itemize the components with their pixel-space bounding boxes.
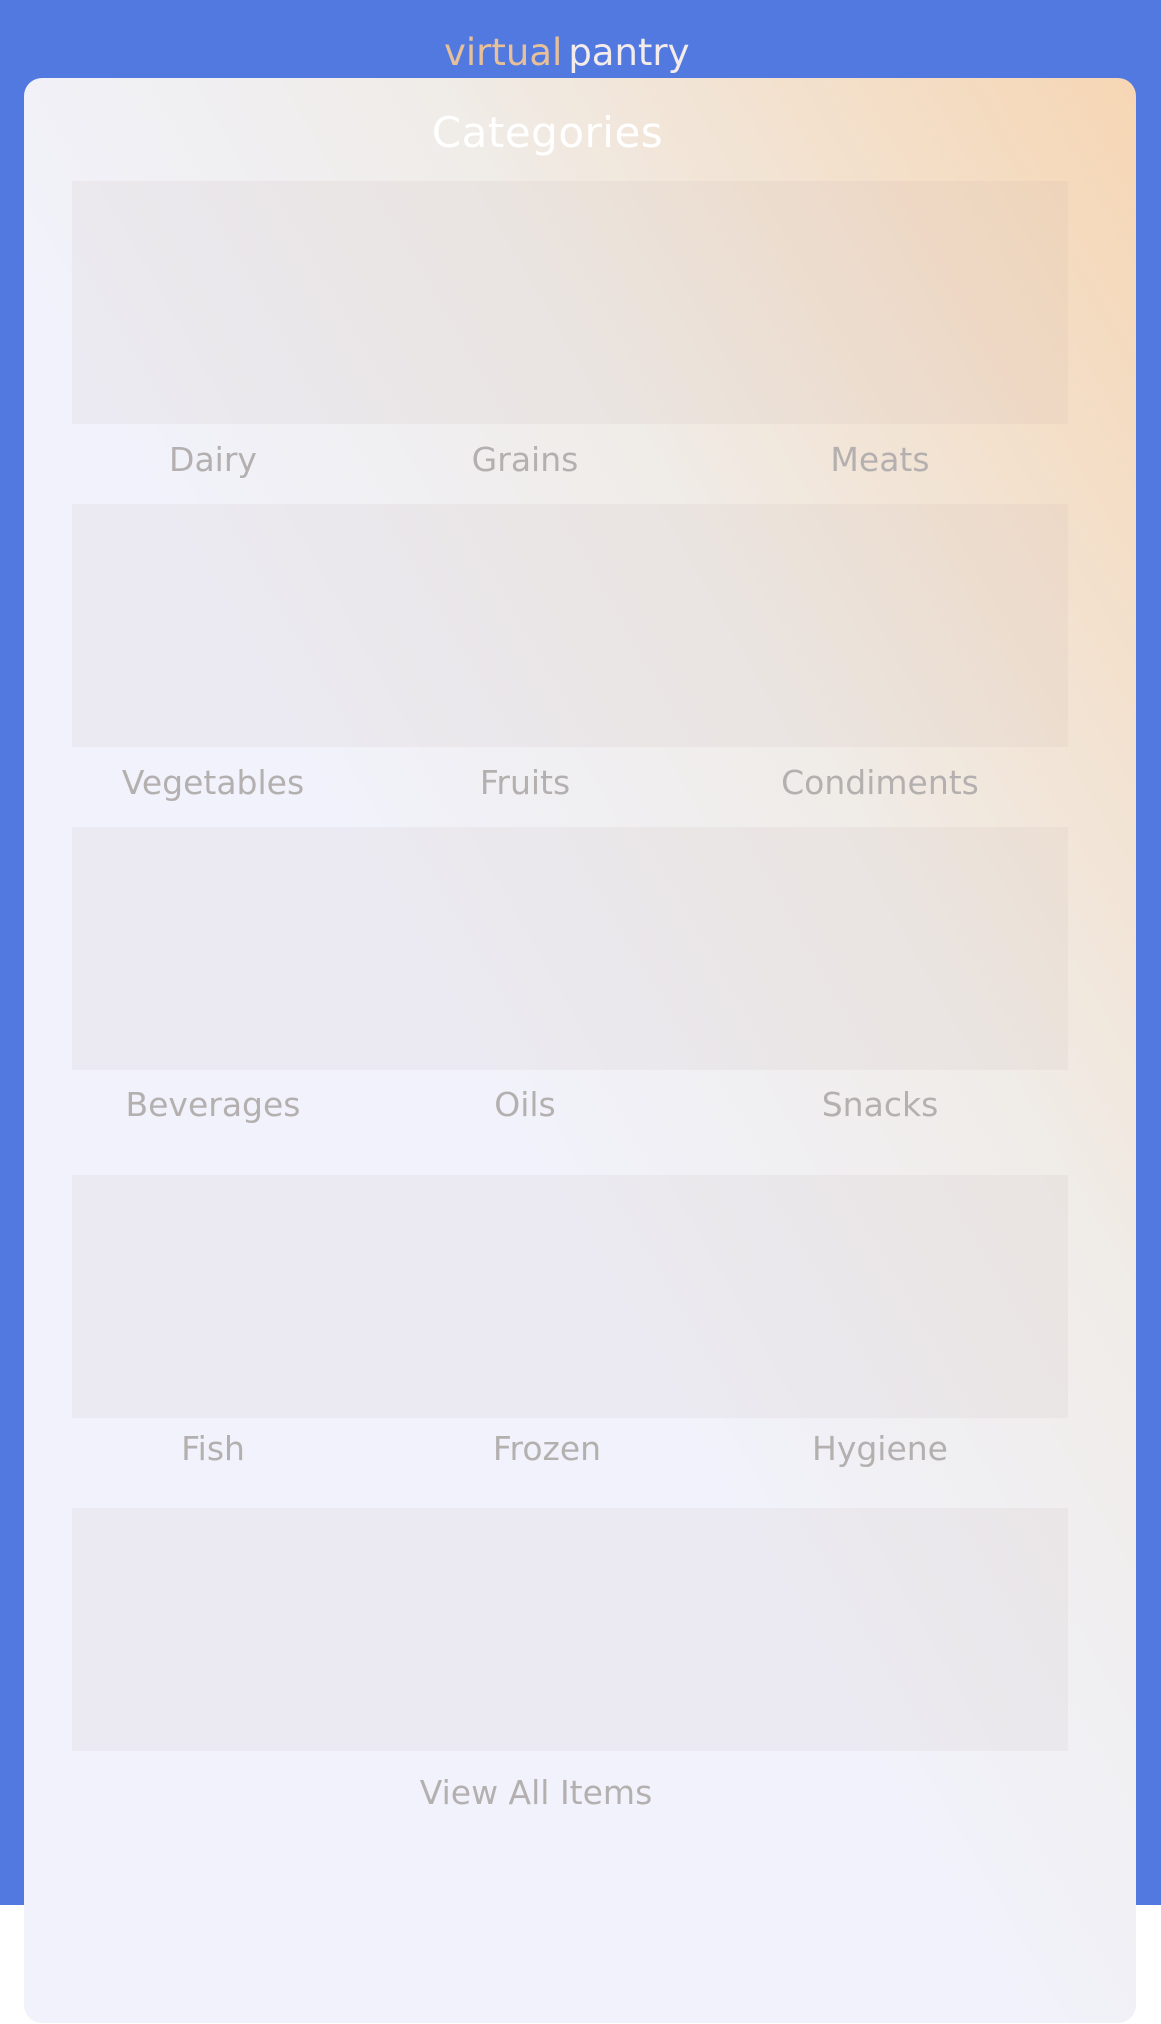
category-image-row-4[interactable] [72, 1175, 1068, 1418]
app-logo[interactable]: virtual pantry [444, 28, 690, 78]
view-all-items-link[interactable]: View All Items [420, 1771, 653, 1815]
logo-text-pantry: pantry [568, 31, 690, 74]
category-vegetables[interactable]: Vegetables [122, 761, 304, 805]
category-hygiene[interactable]: Hygiene [812, 1427, 948, 1471]
category-fish[interactable]: Fish [181, 1427, 245, 1471]
categories-card: Categories Dairy Grains Meats Vegetables… [24, 78, 1136, 2023]
category-frozen[interactable]: Frozen [493, 1427, 601, 1471]
category-oils[interactable]: Oils [494, 1083, 556, 1127]
category-meats[interactable]: Meats [830, 438, 929, 482]
page-title: Categories [431, 108, 664, 157]
category-snacks[interactable]: Snacks [822, 1083, 939, 1127]
category-image-row-3[interactable] [72, 827, 1068, 1070]
category-dairy[interactable]: Dairy [169, 438, 257, 482]
logo-text-virtual: virtual [444, 31, 563, 74]
view-all-image[interactable] [72, 1508, 1068, 1751]
category-grains[interactable]: Grains [472, 438, 579, 482]
category-image-row-1[interactable] [72, 181, 1068, 424]
category-fruits[interactable]: Fruits [480, 761, 570, 805]
category-image-row-2[interactable] [72, 504, 1068, 747]
category-beverages[interactable]: Beverages [125, 1083, 300, 1127]
category-condiments[interactable]: Condiments [781, 761, 979, 805]
